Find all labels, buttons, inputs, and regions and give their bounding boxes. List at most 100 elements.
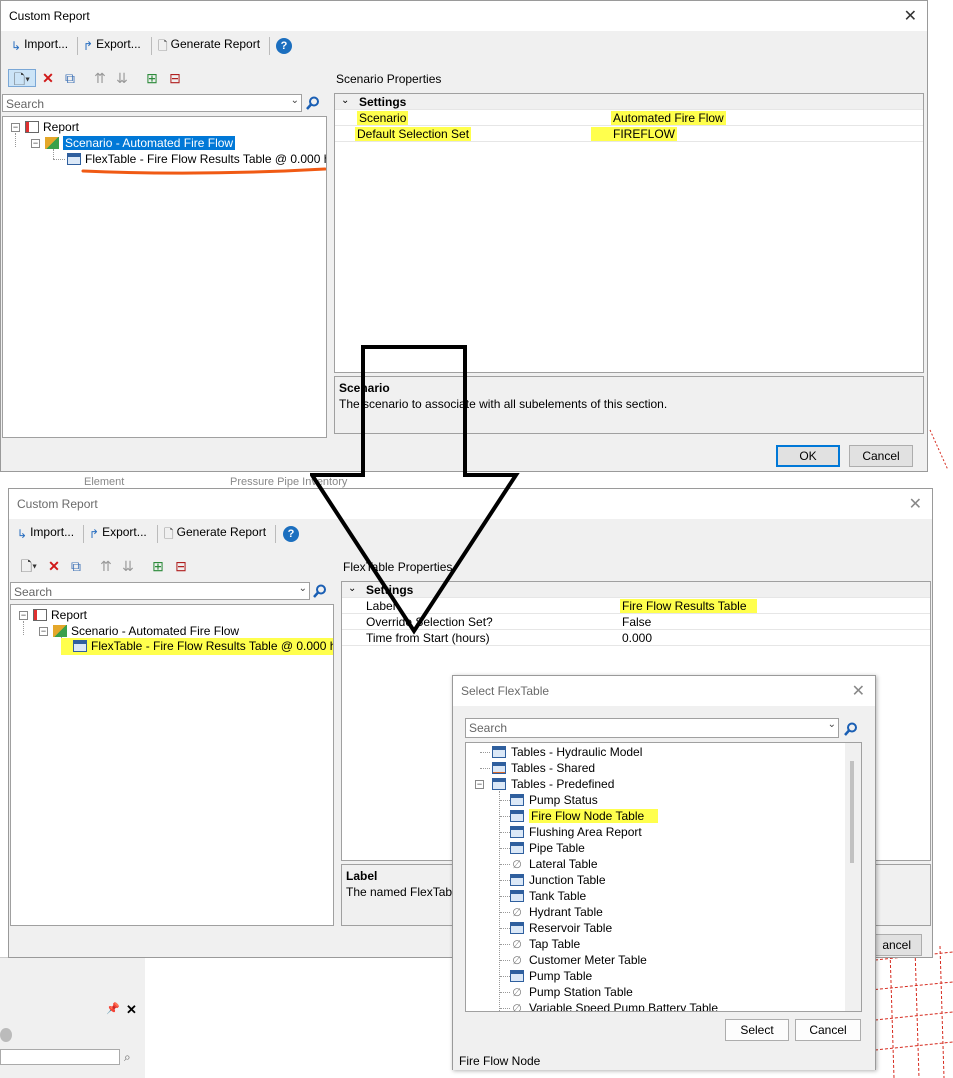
property-value[interactable]: Automated Fire Flow bbox=[611, 111, 726, 125]
list-item[interactable]: ∅ Variable Speed Pump Battery Table bbox=[510, 1000, 718, 1011]
background-search-icon: ⌕ bbox=[124, 1050, 131, 1064]
export-icon: ↱ bbox=[89, 527, 100, 541]
list-item[interactable]: Junction Table bbox=[510, 872, 606, 888]
tree-node-report[interactable]: Report bbox=[33, 607, 87, 623]
collapse-toggle[interactable]: − bbox=[39, 627, 48, 636]
table-icon bbox=[510, 922, 524, 934]
list-item[interactable]: ∅ Tap Table bbox=[510, 936, 580, 952]
close-icon[interactable]: ✕ bbox=[909, 494, 922, 514]
tree-node-scenario[interactable]: Scenario - Automated Fire Flow bbox=[45, 135, 236, 151]
property-row[interactable]: Scenario Automated Fire Flow bbox=[335, 110, 923, 126]
table-group-icon bbox=[492, 762, 506, 774]
collapse-all-icon[interactable]: ⊟ bbox=[166, 69, 184, 87]
chevron-down-icon[interactable]: ⌄ bbox=[291, 95, 299, 106]
search-placeholder: Search bbox=[14, 585, 53, 599]
property-row[interactable]: Default Selection Set FIREFLOW bbox=[335, 126, 923, 142]
separator bbox=[77, 37, 78, 55]
collapse-toggle[interactable]: − bbox=[11, 123, 20, 132]
tree-node-scenario[interactable]: Scenario - Automated Fire Flow bbox=[53, 623, 239, 639]
move-down-icon[interactable]: ⇊ bbox=[119, 557, 137, 575]
tree-line bbox=[500, 944, 510, 945]
close-icon[interactable]: ✕ bbox=[852, 681, 865, 701]
search-input[interactable]: Search ⌄ bbox=[465, 718, 839, 738]
collapse-icon[interactable]: ⌄ bbox=[341, 95, 349, 106]
report-preview-icon: 🗋 bbox=[164, 527, 174, 541]
generate-report-button[interactable]: 🗋 Generate Report bbox=[164, 525, 266, 546]
move-down-icon[interactable]: ⇊ bbox=[113, 69, 131, 87]
import-button[interactable]: ↳ Import... bbox=[17, 525, 74, 541]
cancel-button[interactable]: Cancel bbox=[795, 1019, 861, 1041]
chevron-down-icon[interactable]: ⌄ bbox=[299, 583, 307, 594]
new-item-icon[interactable]: 🗋▾ bbox=[8, 69, 36, 87]
collapse-toggle[interactable]: − bbox=[475, 780, 484, 789]
list-item[interactable]: Pump Table bbox=[510, 968, 592, 984]
tree-line bbox=[500, 848, 510, 849]
collapse-toggle[interactable]: − bbox=[31, 139, 40, 148]
table-group-icon bbox=[492, 778, 506, 790]
list-item[interactable]: Reservoir Table bbox=[510, 920, 612, 936]
generate-report-button[interactable]: 🗋 Generate Report bbox=[158, 37, 260, 58]
move-up-icon[interactable]: ⇈ bbox=[91, 69, 109, 87]
chevron-down-icon[interactable]: ⌄ bbox=[828, 719, 836, 730]
tree-group-predefined[interactable]: Tables - Predefined bbox=[492, 776, 614, 792]
list-item[interactable]: Fire Flow Node Table bbox=[510, 808, 659, 824]
expand-all-icon[interactable]: ⊞ bbox=[149, 557, 167, 575]
export-button[interactable]: ↱ Export... bbox=[83, 37, 141, 53]
tree-group-hydraulic-model[interactable]: Tables - Hydraulic Model bbox=[492, 744, 642, 760]
list-item[interactable]: ∅ Lateral Table bbox=[510, 856, 598, 872]
help-icon[interactable]: ? bbox=[276, 38, 292, 54]
property-name: Default Selection Set bbox=[355, 127, 472, 141]
duplicate-icon[interactable]: ⧉ bbox=[67, 557, 85, 575]
search-input[interactable]: Search ⌄ bbox=[10, 582, 310, 600]
list-item[interactable]: ∅ Hydrant Table bbox=[510, 904, 603, 920]
background-left-panel: 📌 ✕ ⌕ bbox=[0, 957, 145, 1078]
delete-icon[interactable]: ✕ bbox=[39, 69, 57, 87]
list-item[interactable]: Pipe Table bbox=[510, 840, 585, 856]
null-icon: ∅ bbox=[512, 907, 522, 919]
expand-all-icon[interactable]: ⊞ bbox=[143, 69, 161, 87]
close-icon[interactable]: ✕ bbox=[904, 6, 917, 26]
property-value[interactable]: False bbox=[622, 615, 651, 629]
list-item[interactable]: Pump Status bbox=[510, 792, 598, 808]
tree-node-flextable[interactable]: FlexTable - Fire Flow Results Table @ 0.… bbox=[61, 638, 333, 655]
duplicate-icon[interactable]: ⧉ bbox=[61, 69, 79, 87]
cancel-button[interactable]: Cancel bbox=[849, 445, 913, 467]
list-item-label: Lateral Table bbox=[529, 857, 598, 871]
new-item-icon[interactable]: 🗋▾ bbox=[15, 557, 43, 575]
list-item[interactable]: Tank Table bbox=[510, 888, 586, 904]
help-icon[interactable]: ? bbox=[283, 526, 299, 542]
tree-node-report[interactable]: Report bbox=[25, 119, 79, 135]
export-button[interactable]: ↱ Export... bbox=[89, 525, 147, 541]
list-item-label: Pump Station Table bbox=[529, 985, 633, 999]
table-icon bbox=[67, 153, 81, 165]
move-up-icon[interactable]: ⇈ bbox=[97, 557, 115, 575]
ok-button[interactable]: OK bbox=[776, 445, 840, 467]
list-item[interactable]: ∅ Customer Meter Table bbox=[510, 952, 647, 968]
import-button[interactable]: ↳ Import... bbox=[11, 37, 68, 53]
background-tab-element: Element bbox=[84, 476, 125, 488]
null-icon: ∅ bbox=[512, 987, 522, 999]
list-item[interactable]: Flushing Area Report bbox=[510, 824, 642, 840]
collapse-all-icon[interactable]: ⊟ bbox=[172, 557, 190, 575]
tree-line bbox=[500, 928, 510, 929]
scrollbar-thumb[interactable] bbox=[850, 761, 854, 863]
property-value[interactable]: Fire Flow Results Table bbox=[620, 599, 757, 613]
property-value[interactable]: FIREFLOW bbox=[591, 127, 677, 141]
tree-line bbox=[500, 816, 510, 817]
delete-icon[interactable]: ✕ bbox=[45, 557, 63, 575]
orange-underline bbox=[81, 167, 326, 175]
table-icon bbox=[510, 970, 524, 982]
search-input[interactable]: Search ⌄ bbox=[2, 94, 302, 112]
list-item[interactable]: ∅ Pump Station Table bbox=[510, 984, 633, 1000]
transition-arrow bbox=[310, 345, 520, 635]
tree-line bbox=[480, 752, 490, 753]
table-icon bbox=[73, 640, 87, 652]
search-icon[interactable] bbox=[844, 722, 858, 736]
tree-group-shared[interactable]: Tables - Shared bbox=[492, 760, 595, 776]
collapse-toggle[interactable]: − bbox=[19, 611, 28, 620]
null-icon: ∅ bbox=[512, 859, 522, 871]
property-value[interactable]: 0.000 bbox=[622, 631, 652, 645]
vertical-scrollbar[interactable] bbox=[845, 743, 861, 1011]
search-icon[interactable] bbox=[306, 96, 320, 110]
select-button[interactable]: Select bbox=[725, 1019, 789, 1041]
